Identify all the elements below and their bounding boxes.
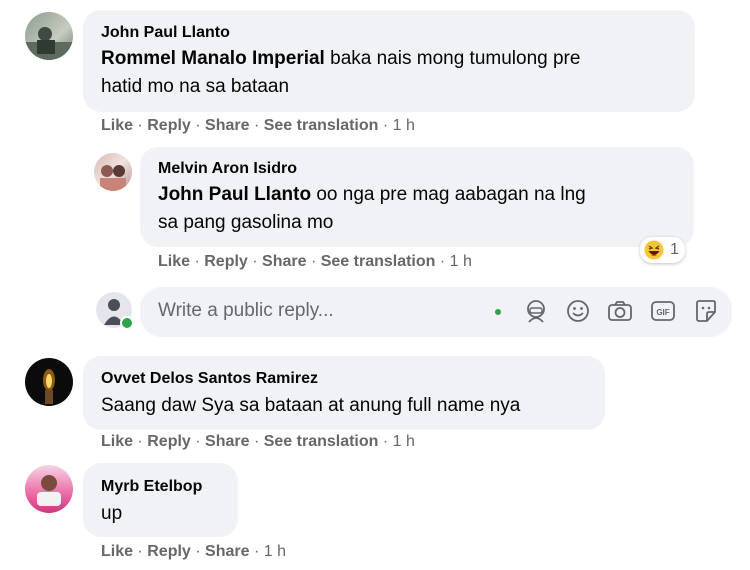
comment-text-line: baka nais mong tumulong pre <box>324 48 581 69</box>
comment-author[interactable]: Melvin Aron Isidro <box>158 160 297 178</box>
avatar[interactable] <box>94 153 132 191</box>
see-translation-link[interactable]: See translation <box>264 433 379 450</box>
profile-photo-icon <box>25 27 73 60</box>
typing-indicator-dot <box>495 309 501 315</box>
reply-link[interactable]: Reply <box>147 117 191 134</box>
candle-icon <box>43 369 55 404</box>
share-link[interactable]: Share <box>205 117 249 134</box>
like-link[interactable]: Like <box>101 433 133 450</box>
see-translation-link[interactable]: See translation <box>321 253 436 270</box>
comment-actions: Like · Reply · Share · See translation ·… <box>101 433 415 450</box>
like-link[interactable]: Like <box>101 543 133 560</box>
sticker-icon[interactable] <box>693 298 719 324</box>
comment-actions: Like · Reply · Share · See translation ·… <box>101 117 415 134</box>
like-link[interactable]: Like <box>101 117 133 134</box>
emoji-icon[interactable] <box>565 298 591 324</box>
comment-text-line-2: sa pang gasolina mo <box>158 212 334 233</box>
camera-icon[interactable] <box>606 298 634 324</box>
current-user-avatar[interactable] <box>96 292 134 330</box>
online-status-dot <box>120 316 134 330</box>
gif-icon[interactable]: GIF <box>649 298 677 324</box>
timestamp[interactable]: 1 h <box>393 433 415 450</box>
reply-input-placeholder: Write a public reply... <box>158 300 334 321</box>
share-link[interactable]: Share <box>205 543 249 560</box>
mention-link[interactable]: Rommel Manalo Imperial <box>101 48 325 69</box>
svg-text:GIF: GIF <box>656 308 669 317</box>
reaction-badge[interactable]: 1 <box>640 237 685 263</box>
comment-text: up <box>101 503 123 524</box>
share-link[interactable]: Share <box>262 253 306 270</box>
reply-link[interactable]: Reply <box>204 253 248 270</box>
mention-link[interactable]: John Paul Llanto <box>158 184 311 205</box>
comment-author[interactable]: Myrb Etelbop <box>101 478 202 496</box>
see-translation-link[interactable]: See translation <box>264 117 379 134</box>
profile-photo-icon <box>100 165 126 191</box>
timestamp[interactable]: 1 h <box>450 253 472 270</box>
avatar[interactable] <box>25 358 73 406</box>
timestamp[interactable]: 1 h <box>264 543 286 560</box>
comment-text-line: oo nga pre mag aabagan na lng <box>311 184 586 205</box>
comment-author[interactable]: Ovvet Delos Santos Ramirez <box>101 370 318 388</box>
profile-photo-icon <box>37 475 61 506</box>
timestamp[interactable]: 1 h <box>393 117 415 134</box>
comment-actions: Like · Reply · Share · 1 h <box>101 543 286 560</box>
comment-actions: Like · Reply · Share · See translation ·… <box>158 253 472 270</box>
haha-emoji-icon <box>644 240 664 260</box>
comment-text-line-2: hatid mo na sa bataan <box>101 76 290 97</box>
avatar-sticker-icon[interactable] <box>523 298 549 324</box>
comment-text: Saang daw Sya sa bataan at anung full na… <box>101 395 521 416</box>
reply-link[interactable]: Reply <box>147 433 191 450</box>
share-link[interactable]: Share <box>205 433 249 450</box>
comment-text: Rommel Manalo Imperial baka nais mong tu… <box>101 44 580 74</box>
like-link[interactable]: Like <box>158 253 190 270</box>
comment-text: John Paul Llanto oo nga pre mag aabagan … <box>158 180 586 210</box>
reaction-count: 1 <box>670 241 679 258</box>
avatar[interactable] <box>25 12 73 60</box>
avatar[interactable] <box>25 465 73 513</box>
comment-author[interactable]: John Paul Llanto <box>101 24 230 42</box>
reply-link[interactable]: Reply <box>147 543 191 560</box>
